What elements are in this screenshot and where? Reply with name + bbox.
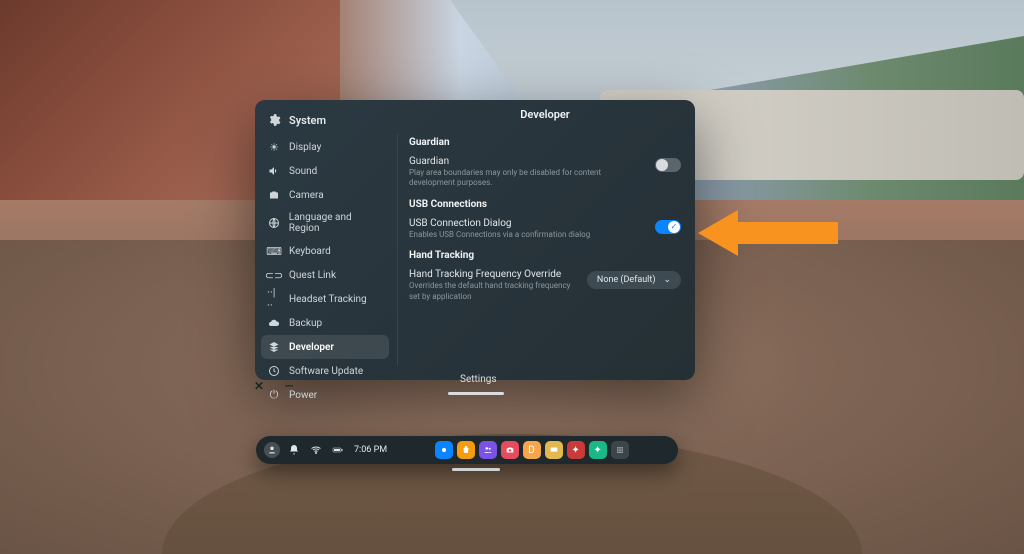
settings-content: Developer Guardian Guardian Play area bo… — [395, 100, 695, 380]
setting-usb-label: USB Connection Dialog — [409, 218, 643, 229]
setting-hand-desc: Overrides the default hand tracking freq… — [409, 281, 575, 302]
setting-hand-label: Hand Tracking Frequency Override — [409, 269, 575, 280]
window-grab-handle[interactable] — [448, 392, 504, 395]
taskbar-grab-handle[interactable] — [452, 468, 500, 471]
sidebar-item-label: Quest Link — [289, 270, 336, 281]
tracking-icon: ··|·· — [267, 292, 281, 306]
sidebar-item-language[interactable]: Language and Region — [255, 207, 395, 239]
keyboard-icon: ⌨ — [267, 244, 281, 258]
app-library[interactable] — [611, 441, 629, 459]
window-controls: ✕ — — [251, 378, 297, 394]
horizon-app[interactable]: ✦ — [567, 441, 585, 459]
browser-app[interactable]: D — [523, 441, 541, 459]
notification-icon[interactable] — [286, 442, 302, 458]
window-label: Settings — [460, 374, 497, 385]
messenger-app[interactable]: ✦ — [589, 441, 607, 459]
update-icon — [267, 364, 281, 378]
settings-panel: System ☀ Display Sound Camera Language a… — [255, 100, 695, 380]
setting-guardian-desc: Play area boundaries may only be disable… — [409, 168, 643, 189]
sidebar-item-display[interactable]: ☀ Display — [255, 135, 395, 159]
section-guardian-title: Guardian — [409, 137, 681, 148]
taskbar-status: 7:06 PM — [264, 442, 387, 458]
minimize-button[interactable]: — — [281, 378, 297, 394]
battery-icon[interactable] — [330, 442, 346, 458]
sidebar-item-label: Developer — [289, 342, 334, 353]
chevron-down-icon: ⌄ — [663, 275, 671, 285]
usb-dialog-toggle[interactable]: ✓ — [655, 220, 681, 234]
sidebar-item-label: Sound — [289, 166, 317, 177]
sidebar-item-tracking[interactable]: ··|·· Headset Tracking — [255, 287, 395, 311]
sidebar-item-label: Keyboard — [289, 246, 331, 257]
gear-icon — [267, 113, 281, 127]
close-button[interactable]: ✕ — [251, 378, 267, 394]
brightness-icon: ☀ — [267, 140, 281, 154]
setting-usb-dialog: USB Connection Dialog Enables USB Connec… — [409, 214, 681, 244]
store-app[interactable] — [457, 441, 475, 459]
sidebar-item-label: Display — [289, 142, 321, 153]
explore-app[interactable] — [435, 441, 453, 459]
select-value: None (Default) — [597, 275, 656, 285]
page-title: Developer — [409, 100, 681, 131]
globe-icon — [267, 216, 281, 230]
sidebar-item-quest-link[interactable]: ⊂⊃ Quest Link — [255, 263, 395, 287]
sound-icon — [267, 164, 281, 178]
sidebar-item-label: Software Update — [289, 366, 363, 377]
sidebar-item-developer[interactable]: Developer — [261, 335, 389, 359]
sidebar-header: System — [255, 108, 395, 135]
tv-app[interactable] — [545, 441, 563, 459]
section-usb-title: USB Connections — [409, 199, 681, 210]
sidebar-item-camera[interactable]: Camera — [255, 183, 395, 207]
hand-frequency-select[interactable]: None (Default) ⌄ — [587, 271, 681, 289]
taskbar-time: 7:06 PM — [354, 445, 387, 455]
cloud-icon — [267, 316, 281, 330]
sidebar-item-label: Language and Region — [289, 212, 383, 234]
sidebar-item-label: Headset Tracking — [289, 294, 367, 305]
taskbar-apps: D ✦ ✦ — [435, 441, 629, 459]
setting-hand-frequency: Hand Tracking Frequency Override Overrid… — [409, 265, 681, 306]
sidebar-title: System — [289, 114, 326, 127]
section-hand-title: Hand Tracking — [409, 250, 681, 261]
setting-guardian: Guardian Play area boundaries may only b… — [409, 152, 681, 193]
developer-icon — [267, 340, 281, 354]
sidebar-item-keyboard[interactable]: ⌨ Keyboard — [255, 239, 395, 263]
sidebar-item-label: Backup — [289, 318, 322, 329]
sidebar-item-sound[interactable]: Sound — [255, 159, 395, 183]
settings-sidebar: System ☀ Display Sound Camera Language a… — [255, 100, 395, 380]
profile-icon[interactable] — [264, 442, 280, 458]
people-app[interactable] — [479, 441, 497, 459]
system-taskbar: 7:06 PM D ✦ ✦ — [256, 436, 678, 464]
wifi-icon[interactable] — [308, 442, 324, 458]
setting-usb-desc: Enables USB Connections via a confirmati… — [409, 230, 643, 240]
link-icon: ⊂⊃ — [267, 268, 281, 282]
guardian-toggle[interactable] — [655, 158, 681, 172]
sidebar-item-backup[interactable]: Backup — [255, 311, 395, 335]
camera-app[interactable] — [501, 441, 519, 459]
setting-guardian-label: Guardian — [409, 156, 643, 167]
sidebar-item-label: Camera — [289, 190, 324, 201]
camera-icon — [267, 188, 281, 202]
